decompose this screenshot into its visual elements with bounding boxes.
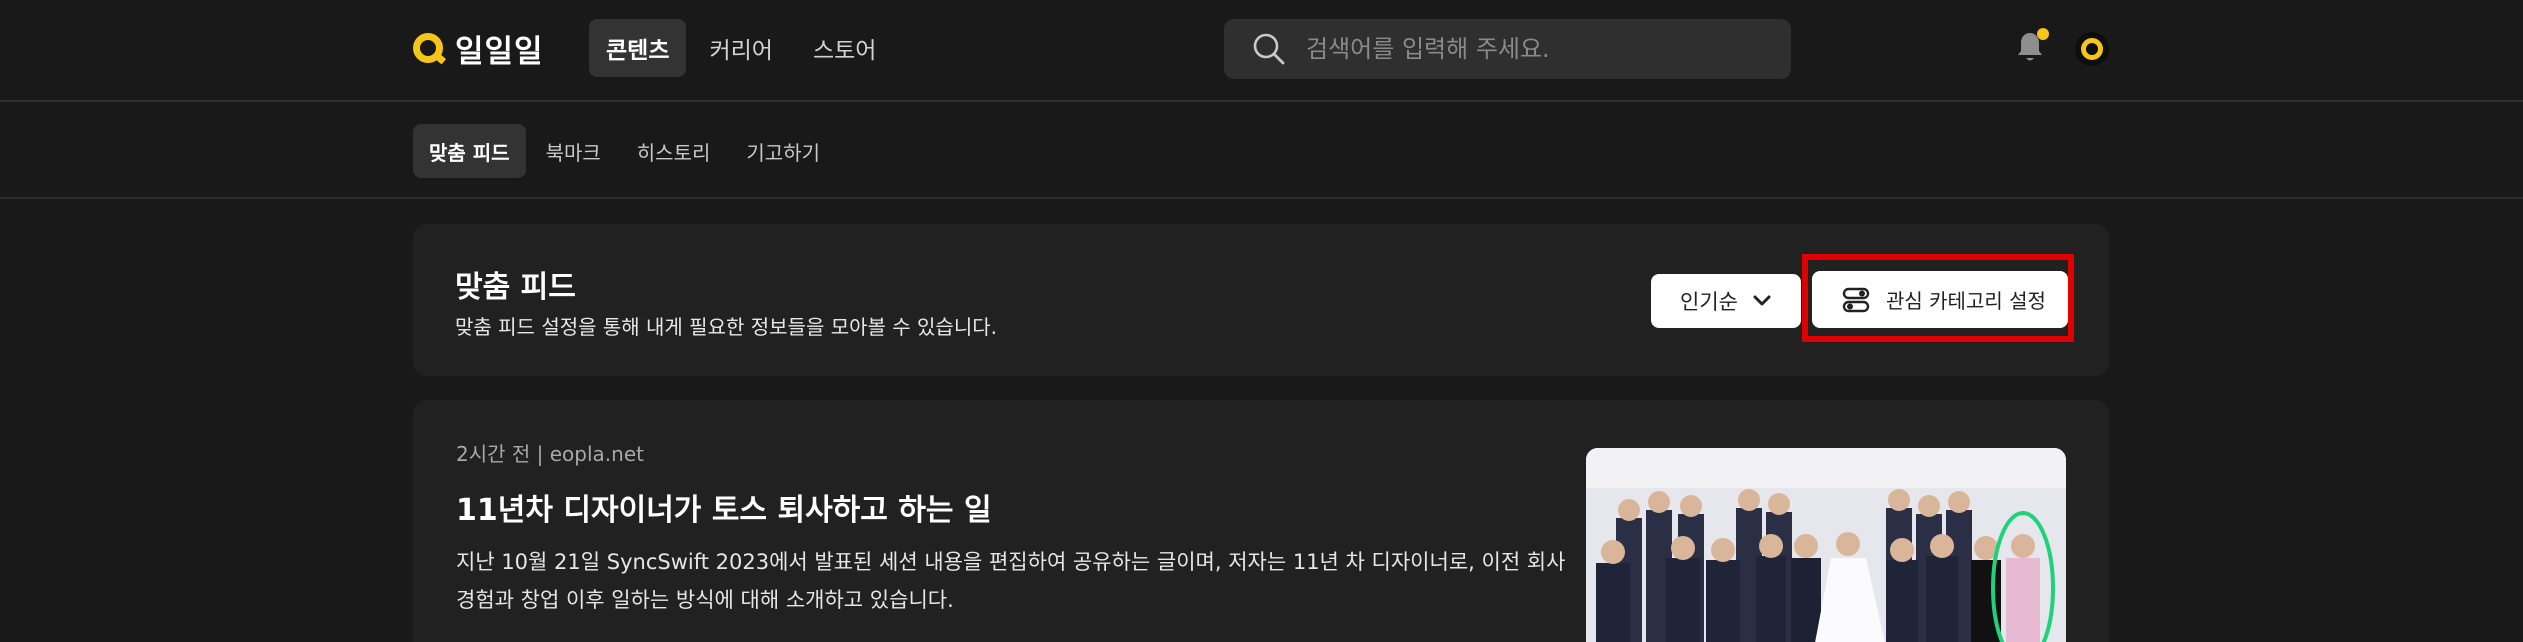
sort-dropdown[interactable]: 인기순 <box>1651 274 1801 328</box>
page-description: 맞춤 피드 설정을 통해 내게 필요한 정보들을 모아볼 수 있습니다. <box>455 315 997 339</box>
search-bar[interactable] <box>1224 19 1791 79</box>
page-title: 맞춤 피드 <box>455 270 576 305</box>
sub-nav: 맞춤 피드 북마크 히스토리 기고하기 <box>0 102 2523 199</box>
unread-badge <box>2037 28 2049 40</box>
sort-label: 인기순 <box>1680 290 1738 314</box>
search-icon <box>1253 33 1285 65</box>
tab-bookmark[interactable]: 북마크 <box>530 124 617 178</box>
avatar-icon <box>2081 38 2103 60</box>
chevron-down-icon <box>1753 295 1771 306</box>
tab-career[interactable]: 커리어 <box>692 19 789 77</box>
article-summary: 지난 10월 21일 SyncSwift 2023에서 발표된 세션 내용을 편… <box>456 550 1566 612</box>
profile-avatar[interactable] <box>2075 32 2109 66</box>
article-card[interactable]: 2시간 전 | eopla.net 11년차 디자이너가 토스 퇴사하고 하는 … <box>413 400 2109 642</box>
tab-custom-feed[interactable]: 맞춤 피드 <box>413 124 526 178</box>
toggle-settings-icon <box>1842 287 1870 312</box>
article-meta: 2시간 전 | eopla.net <box>456 442 644 466</box>
brand-name: 일일일 <box>455 33 544 70</box>
main-nav: 콘텐츠 커리어 스토어 <box>589 19 893 77</box>
group-photo-image <box>1586 448 2066 642</box>
tab-history[interactable]: 히스토리 <box>621 124 727 178</box>
notification-button[interactable] <box>2015 28 2049 64</box>
home-logo[interactable]: 일일일 <box>413 24 544 72</box>
logo-icon <box>413 33 443 63</box>
article-thumbnail[interactable] <box>1586 448 2066 642</box>
search-input[interactable] <box>1306 35 1766 63</box>
tab-contribute[interactable]: 기고하기 <box>730 124 836 178</box>
top-header: 일일일 콘텐츠 커리어 스토어 <box>0 0 2523 102</box>
interest-category-button[interactable]: 관심 카테고리 설정 <box>1812 271 2068 328</box>
article-title[interactable]: 11년차 디자이너가 토스 퇴사하고 하는 일 <box>456 485 992 529</box>
tab-contents[interactable]: 콘텐츠 <box>589 19 687 77</box>
tab-store[interactable]: 스토어 <box>796 19 893 77</box>
category-button-label: 관심 카테고리 설정 <box>1886 289 2046 313</box>
feed-header-card: 맞춤 피드 맞춤 피드 설정을 통해 내게 필요한 정보들을 모아볼 수 있습니… <box>413 224 2109 376</box>
